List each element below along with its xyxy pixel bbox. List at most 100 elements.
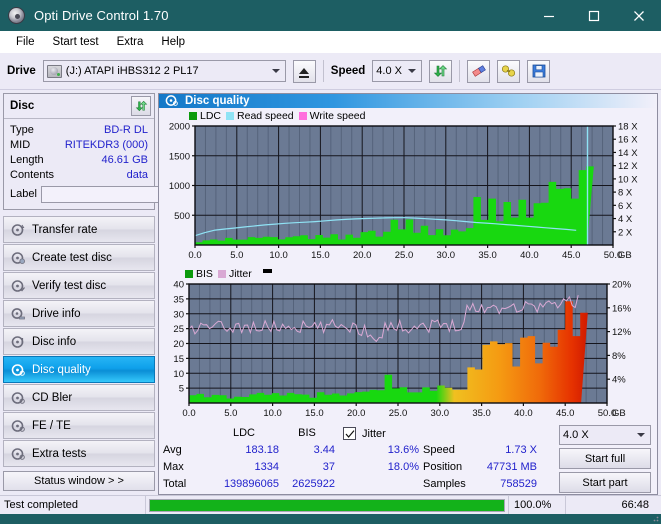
chevron-down-icon — [408, 69, 417, 73]
jitter-checkbox[interactable] — [343, 427, 356, 440]
sidebar-item-verify-test-disc[interactable]: Verify test disc — [3, 272, 155, 299]
legend-label: Read speed — [237, 109, 294, 122]
disc-info-header: Disc — [4, 94, 154, 119]
svg-text:1500: 1500 — [169, 151, 190, 162]
refresh-icon — [434, 65, 448, 77]
speed-label: Speed — [330, 65, 366, 77]
sidebar-item-fe-te[interactable]: FE / TE — [3, 412, 155, 439]
sidebar-item-create-test-disc[interactable]: Create test disc — [3, 244, 155, 271]
disc-row-key: Length — [10, 153, 44, 166]
svg-text:4 X: 4 X — [618, 214, 633, 225]
svg-text:5: 5 — [179, 384, 184, 395]
legend-label: LDC — [200, 109, 222, 122]
minimize-button[interactable] — [526, 0, 571, 31]
sidebar-item-disc-info[interactable]: Disc info — [3, 328, 155, 355]
jitter-header: Jitter — [343, 425, 423, 442]
stats-avg-bis: 3.44 — [313, 444, 335, 456]
erase-button[interactable] — [467, 59, 491, 83]
start-full-button[interactable]: Start full — [559, 448, 651, 469]
sidebar-item-disc-quality[interactable]: Disc quality — [3, 356, 155, 383]
chevron-down-icon — [637, 433, 645, 437]
sidebar-item-extra-tests[interactable]: Extra tests — [3, 440, 155, 467]
disc-icon — [11, 279, 25, 293]
sidebar-item-label: Disc quality — [32, 363, 91, 376]
app-window: Opti Drive Control 1.70 File Start test … — [0, 0, 661, 524]
menu-extra[interactable]: Extra — [108, 34, 153, 50]
sidebar-item-cd-bler[interactable]: CD Bler — [3, 384, 155, 411]
disc-icon — [11, 251, 25, 265]
legend-swatch — [189, 111, 197, 120]
svg-text:8 X: 8 X — [618, 188, 633, 199]
bookmark-button[interactable] — [497, 59, 521, 83]
maximize-button[interactable] — [571, 0, 616, 31]
stats-row-key: Max — [163, 461, 184, 473]
actions-column: 4.0 X Start full Start part — [541, 425, 653, 493]
disc-icon — [8, 7, 25, 24]
test-speed-select[interactable]: 4.0 X — [559, 425, 651, 445]
eject-button[interactable] — [292, 59, 316, 83]
svg-text:35.0: 35.0 — [478, 250, 497, 261]
bottom-chart-legend: BIS Jitter — [161, 267, 655, 280]
status-bar: Test completed 100.0% 66:48 — [0, 495, 661, 514]
drive-toolbar: Drive (J:) ATAPI iHBS312 2 PL17 Speed 4.… — [0, 53, 661, 90]
menu-bar: File Start test Extra Help — [0, 31, 661, 53]
stats-row-key: Total — [163, 478, 187, 490]
panel-title: Disc quality — [185, 95, 250, 107]
disc-icon — [11, 419, 25, 433]
sidebar-item-transfer-rate[interactable]: Transfer rate — [3, 216, 155, 243]
svg-text:15.0: 15.0 — [311, 250, 330, 261]
legend-write-speed: Write speed — [298, 109, 366, 122]
jitter-column: Jitter 13.6% 18.0% — [335, 425, 423, 476]
svg-text:4%: 4% — [612, 375, 626, 386]
left-panel: Disc Type BD-R DL MID RITEKDR3 (000) Len… — [0, 90, 244, 495]
main-body: Disc Type BD-R DL MID RITEKDR3 (000) Len… — [0, 90, 661, 495]
legend-label: Jitter — [228, 267, 252, 280]
refresh-button[interactable] — [429, 59, 453, 83]
disc-row-key: Type — [10, 123, 34, 136]
disc-row-key: MID — [10, 138, 31, 151]
svg-text:15.0: 15.0 — [305, 408, 324, 419]
disc-icon — [11, 223, 25, 237]
svg-text:1000: 1000 — [169, 181, 190, 192]
legend-jitter: Jitter — [217, 267, 252, 280]
disc-row-key: Contents — [10, 168, 55, 181]
disc-icon — [11, 447, 25, 461]
svg-text:0.0: 0.0 — [188, 250, 201, 261]
speed-select[interactable]: 4.0 X — [372, 60, 423, 82]
top-chart-legend: LDC Read speed Write speed — [161, 109, 655, 122]
svg-text:12 X: 12 X — [618, 161, 638, 172]
position-column: Speed 1.73 X Position 47731 MB Samples 7… — [423, 425, 541, 493]
start-part-button[interactable]: Start part — [559, 472, 651, 493]
resize-grip-icon[interactable] — [649, 512, 659, 522]
sidebar-item-drive-info[interactable]: Drive info — [3, 300, 155, 327]
menu-file[interactable]: File — [7, 34, 44, 50]
drive-label: Drive — [7, 65, 36, 77]
svg-text:10.0: 10.0 — [269, 250, 288, 261]
save-button[interactable] — [527, 59, 551, 83]
sidebar-item-label: Transfer rate — [32, 223, 98, 236]
legend-read-speed: Read speed — [226, 110, 294, 122]
svg-text:30.0: 30.0 — [437, 250, 456, 261]
disc-row-contents: Contents data — [10, 167, 148, 182]
drive-select[interactable]: (J:) ATAPI iHBS312 2 PL17 — [42, 60, 286, 82]
close-button[interactable] — [616, 0, 661, 31]
status-window-button[interactable]: Status window > > — [3, 471, 155, 491]
menu-help[interactable]: Help — [152, 34, 194, 50]
sidebar-item-label: Drive info — [32, 307, 81, 320]
svg-text:GB: GB — [618, 250, 632, 261]
jitter-avg-value: 13.6% — [387, 444, 419, 456]
disc-row-value: BD-R DL — [103, 123, 148, 136]
svg-text:20.0: 20.0 — [347, 408, 366, 419]
legend-swatch — [226, 111, 235, 120]
svg-text:0.0: 0.0 — [182, 408, 195, 419]
disc-info-rows: Type BD-R DL MID RITEKDR3 (000) Length 4… — [4, 119, 244, 209]
svg-text:10: 10 — [173, 369, 184, 380]
bottom-chart[interactable]: 5 10 15 20 25 30 35 40 4% 8% 12% 16% 20% 0.0 5.0 10.0 15… — [161, 280, 655, 423]
menu-start-test[interactable]: Start test — [44, 34, 108, 50]
disc-row-value: RITEKDR3 (000) — [64, 138, 148, 151]
legend-label: Write speed — [309, 109, 366, 122]
disc-refresh-button[interactable] — [131, 96, 151, 116]
save-icon — [532, 64, 546, 78]
top-chart[interactable]: 500 1000 1500 2000 2 X 4 X 6 X 8 X 10 X 12 X 14 X 1… — [161, 122, 655, 265]
disc-quality-panel: Disc quality LDC Read speed Write speed … — [158, 93, 658, 495]
